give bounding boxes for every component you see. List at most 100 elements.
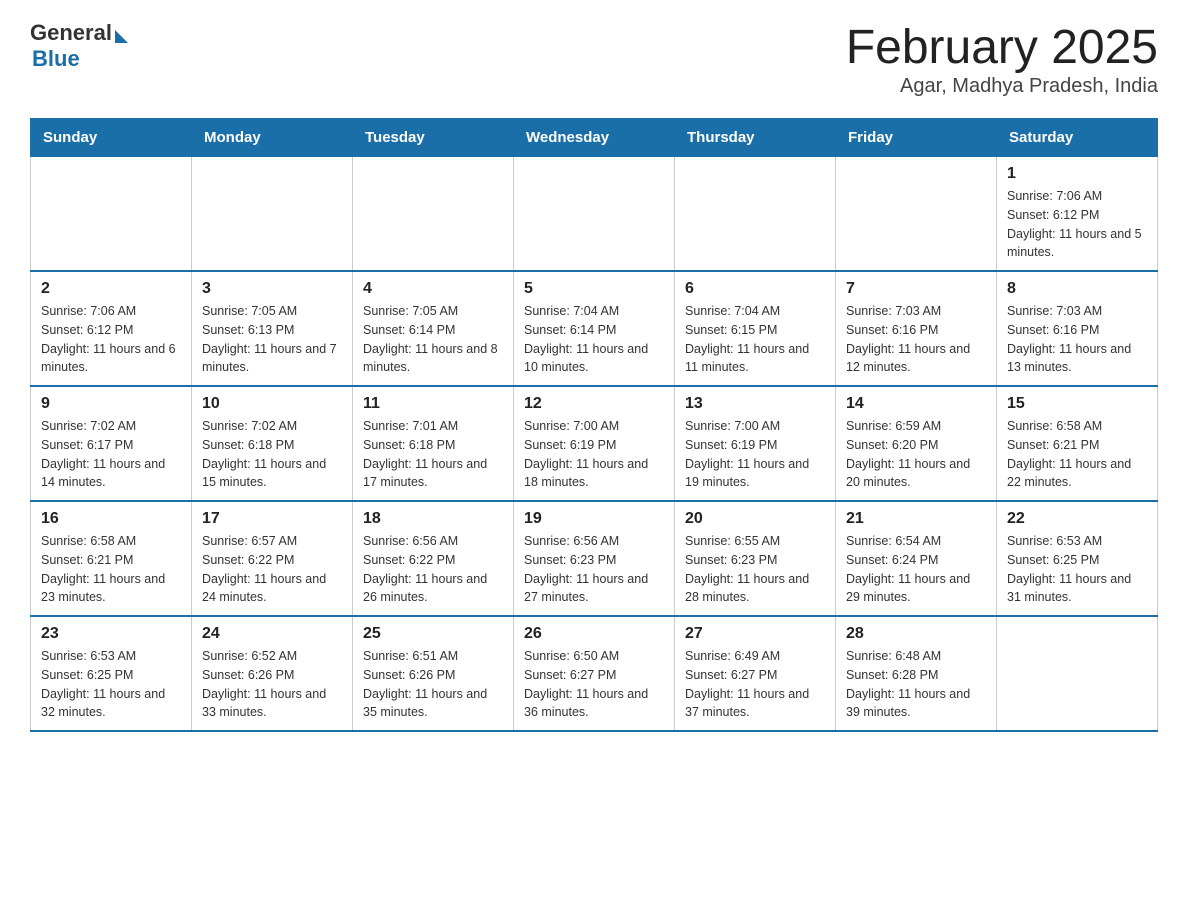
day-number: 9 [41, 395, 181, 413]
day-info: Sunrise: 7:00 AM Sunset: 6:19 PM Dayligh… [524, 417, 664, 492]
day-info: Sunrise: 7:05 AM Sunset: 6:13 PM Dayligh… [202, 302, 342, 377]
day-number: 19 [524, 510, 664, 528]
day-info: Sunrise: 7:03 AM Sunset: 6:16 PM Dayligh… [1007, 302, 1147, 377]
calendar-day-cell: 17 Sunrise: 6:57 AM Sunset: 6:22 PM Dayli… [192, 501, 353, 616]
day-info: Sunrise: 6:54 AM Sunset: 6:24 PM Dayligh… [846, 532, 986, 607]
day-info: Sunrise: 7:02 AM Sunset: 6:17 PM Dayligh… [41, 417, 181, 492]
calendar-week-row: 16Sunrise: 6:58 AM Sunset: 6:21 PM Dayli… [31, 501, 1158, 616]
calendar-header-row: SundayMondayTuesdayWednesdayThursdayFrid… [31, 119, 1158, 157]
calendar-table: SundayMondayTuesdayWednesdayThursdayFrid… [30, 118, 1158, 732]
day-number: 18 [363, 510, 503, 528]
day-number: 20 [685, 510, 825, 528]
day-info: Sunrise: 6:57 AM Sunset: 6:22 PM Dayligh… [202, 532, 342, 607]
day-number: 6 [685, 280, 825, 298]
day-info: Sunrise: 7:00 AM Sunset: 6:19 PM Dayligh… [685, 417, 825, 492]
day-number: 24 [202, 625, 342, 643]
day-info: Sunrise: 6:48 AM Sunset: 6:28 PM Dayligh… [846, 647, 986, 722]
calendar-day-cell: 27Sunrise: 6:49 AM Sunset: 6:27 PM Dayli… [675, 616, 836, 731]
day-number: 25 [363, 625, 503, 643]
logo: General Blue [30, 20, 128, 72]
page-subtitle: Agar, Madhya Pradesh, India [846, 75, 1158, 98]
day-number: 21 [846, 510, 986, 528]
calendar-day-cell: 22 Sunrise: 6:53 AM Sunset: 6:25 PM Dayli… [997, 501, 1158, 616]
calendar-week-row: 2Sunrise: 7:06 AM Sunset: 6:12 PM Daylig… [31, 271, 1158, 386]
day-number: 7 [846, 280, 986, 298]
day-number: 8 [1007, 280, 1147, 298]
day-info: Sunrise: 6:53 AM Sunset: 6:25 PM Dayligh… [1007, 532, 1147, 607]
calendar-day-cell: 4 Sunrise: 7:05 AM Sunset: 6:14 PM Daylig… [353, 271, 514, 386]
calendar-day-cell [31, 157, 192, 272]
day-number: 5 [524, 280, 664, 298]
calendar-day-cell: 21 Sunrise: 6:54 AM Sunset: 6:24 PM Dayli… [836, 501, 997, 616]
calendar-day-cell: 14Sunrise: 6:59 AM Sunset: 6:20 PM Dayli… [836, 386, 997, 501]
day-info: Sunrise: 7:02 AM Sunset: 6:18 PM Dayligh… [202, 417, 342, 492]
day-info: Sunrise: 6:56 AM Sunset: 6:22 PM Dayligh… [363, 532, 503, 607]
calendar-day-cell: 11 Sunrise: 7:01 AM Sunset: 6:18 PM Dayli… [353, 386, 514, 501]
day-info: Sunrise: 7:05 AM Sunset: 6:14 PM Dayligh… [363, 302, 503, 377]
calendar-day-cell [836, 157, 997, 272]
logo-blue-text: Blue [32, 46, 80, 72]
day-of-week-header: Saturday [997, 119, 1158, 157]
day-info: Sunrise: 6:56 AM Sunset: 6:23 PM Dayligh… [524, 532, 664, 607]
day-info: Sunrise: 7:04 AM Sunset: 6:14 PM Dayligh… [524, 302, 664, 377]
day-number: 12 [524, 395, 664, 413]
day-info: Sunrise: 7:06 AM Sunset: 6:12 PM Dayligh… [1007, 187, 1147, 262]
page-title: February 2025 [846, 20, 1158, 75]
day-info: Sunrise: 7:03 AM Sunset: 6:16 PM Dayligh… [846, 302, 986, 377]
day-info: Sunrise: 6:52 AM Sunset: 6:26 PM Dayligh… [202, 647, 342, 722]
calendar-day-cell: 6 Sunrise: 7:04 AM Sunset: 6:15 PM Daylig… [675, 271, 836, 386]
calendar-day-cell: 3 Sunrise: 7:05 AM Sunset: 6:13 PM Daylig… [192, 271, 353, 386]
day-of-week-header: Friday [836, 119, 997, 157]
day-info: Sunrise: 6:58 AM Sunset: 6:21 PM Dayligh… [41, 532, 181, 607]
day-info: Sunrise: 7:01 AM Sunset: 6:18 PM Dayligh… [363, 417, 503, 492]
day-of-week-header: Wednesday [514, 119, 675, 157]
calendar-week-row: 9 Sunrise: 7:02 AM Sunset: 6:17 PM Daylig… [31, 386, 1158, 501]
calendar-day-cell: 7 Sunrise: 7:03 AM Sunset: 6:16 PM Daylig… [836, 271, 997, 386]
day-number: 4 [363, 280, 503, 298]
day-info: Sunrise: 6:49 AM Sunset: 6:27 PM Dayligh… [685, 647, 825, 722]
day-number: 3 [202, 280, 342, 298]
day-number: 10 [202, 395, 342, 413]
day-number: 17 [202, 510, 342, 528]
day-info: Sunrise: 7:04 AM Sunset: 6:15 PM Dayligh… [685, 302, 825, 377]
calendar-day-cell: 25 Sunrise: 6:51 AM Sunset: 6:26 PM Dayli… [353, 616, 514, 731]
calendar-week-row: 1 Sunrise: 7:06 AM Sunset: 6:12 PM Daylig… [31, 157, 1158, 272]
calendar-day-cell: 2Sunrise: 7:06 AM Sunset: 6:12 PM Daylig… [31, 271, 192, 386]
day-info: Sunrise: 6:59 AM Sunset: 6:20 PM Dayligh… [846, 417, 986, 492]
calendar-day-cell: 20 Sunrise: 6:55 AM Sunset: 6:23 PM Dayli… [675, 501, 836, 616]
day-of-week-header: Monday [192, 119, 353, 157]
day-number: 28 [846, 625, 986, 643]
title-block: February 2025 Agar, Madhya Pradesh, Indi… [846, 20, 1158, 98]
day-number: 22 [1007, 510, 1147, 528]
day-number: 26 [524, 625, 664, 643]
day-of-week-header: Tuesday [353, 119, 514, 157]
page-header: General Blue February 2025 Agar, Madhya … [30, 20, 1158, 98]
calendar-day-cell: 13 Sunrise: 7:00 AM Sunset: 6:19 PM Dayli… [675, 386, 836, 501]
calendar-day-cell: 16Sunrise: 6:58 AM Sunset: 6:21 PM Dayli… [31, 501, 192, 616]
calendar-day-cell [514, 157, 675, 272]
calendar-day-cell: 9 Sunrise: 7:02 AM Sunset: 6:17 PM Daylig… [31, 386, 192, 501]
day-info: Sunrise: 7:06 AM Sunset: 6:12 PM Dayligh… [41, 302, 181, 377]
day-number: 15 [1007, 395, 1147, 413]
logo-general-text: General [30, 20, 112, 46]
day-of-week-header: Sunday [31, 119, 192, 157]
day-info: Sunrise: 6:51 AM Sunset: 6:26 PM Dayligh… [363, 647, 503, 722]
calendar-day-cell: 19 Sunrise: 6:56 AM Sunset: 6:23 PM Dayli… [514, 501, 675, 616]
calendar-day-cell [192, 157, 353, 272]
calendar-week-row: 23Sunrise: 6:53 AM Sunset: 6:25 PM Dayli… [31, 616, 1158, 731]
day-number: 11 [363, 395, 503, 413]
calendar-day-cell: 10 Sunrise: 7:02 AM Sunset: 6:18 PM Dayli… [192, 386, 353, 501]
day-info: Sunrise: 6:55 AM Sunset: 6:23 PM Dayligh… [685, 532, 825, 607]
day-info: Sunrise: 6:50 AM Sunset: 6:27 PM Dayligh… [524, 647, 664, 722]
calendar-day-cell: 28 Sunrise: 6:48 AM Sunset: 6:28 PM Dayli… [836, 616, 997, 731]
day-number: 23 [41, 625, 181, 643]
calendar-day-cell: 5 Sunrise: 7:04 AM Sunset: 6:14 PM Daylig… [514, 271, 675, 386]
day-number: 13 [685, 395, 825, 413]
day-of-week-header: Thursday [675, 119, 836, 157]
calendar-day-cell: 18 Sunrise: 6:56 AM Sunset: 6:22 PM Dayli… [353, 501, 514, 616]
calendar-day-cell [675, 157, 836, 272]
day-number: 1 [1007, 165, 1147, 183]
logo-triangle-icon [115, 30, 128, 43]
calendar-day-cell: 15Sunrise: 6:58 AM Sunset: 6:21 PM Dayli… [997, 386, 1158, 501]
calendar-day-cell [353, 157, 514, 272]
